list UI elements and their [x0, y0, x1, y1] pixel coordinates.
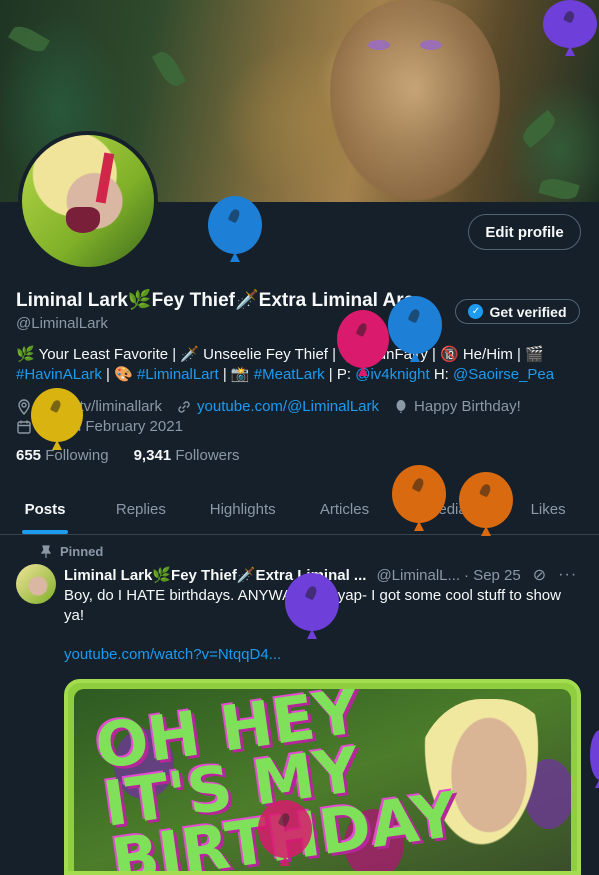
floating-balloon: [459, 472, 513, 528]
tab-articles[interactable]: Articles: [294, 485, 396, 534]
bio-text: H:: [429, 366, 453, 383]
banner-eye: [420, 40, 442, 50]
verified-check-icon: ✓: [468, 304, 484, 319]
followers-link[interactable]: 9,341 Followers: [134, 447, 240, 464]
post-date[interactable]: · Sep 25: [464, 567, 521, 584]
profile-meta: twitch.tv/liminallark youtube.com/@Limin…: [16, 397, 586, 437]
post-link[interactable]: youtube.com/watch?v=NtqqD4...: [64, 646, 281, 663]
floating-balloon: [543, 0, 597, 48]
pin-icon: [40, 544, 52, 558]
website-link[interactable]: youtube.com/@LiminalLark: [197, 397, 379, 417]
bio-text: | 📸: [218, 366, 254, 383]
follow-stats: 655 Following 9,341 Followers: [16, 447, 240, 464]
avatar-detail: [95, 152, 115, 204]
banner-character: [330, 0, 500, 200]
following-count: 655: [16, 447, 42, 464]
tab-likes[interactable]: Likes: [497, 485, 599, 534]
banner-leaf: [518, 109, 560, 149]
bio-mention-link[interactable]: @Saoirse_Pea: [453, 366, 554, 383]
calendar-icon: [17, 420, 31, 434]
post-author-handle[interactable]: @LiminalL...: [376, 567, 460, 584]
profile-avatar[interactable]: [18, 131, 158, 271]
birthday-text: Happy Birthday!: [414, 398, 521, 415]
balloon-icon: [396, 400, 406, 413]
floating-balloon: [590, 730, 599, 780]
edit-profile-button[interactable]: Edit profile: [468, 214, 581, 250]
banner-leaf: [8, 21, 50, 57]
banner-leaf: [151, 48, 187, 90]
grok-icon[interactable]: ⊘: [533, 565, 546, 585]
banner-leaf: [538, 175, 580, 202]
bio-hashtag-link[interactable]: #HavinALark: [16, 366, 102, 383]
floating-balloon: [208, 196, 262, 254]
bio-text: | 🎨: [101, 366, 137, 383]
bio-hashtag-link[interactable]: #LiminalLart: [137, 366, 219, 383]
floating-balloon: [392, 465, 446, 523]
profile-handle: @LiminalLark: [16, 315, 108, 332]
get-verified-button[interactable]: ✓ Get verified: [455, 299, 580, 324]
bio-hashtag-link[interactable]: #MeatLark: [254, 366, 325, 383]
tab-highlights[interactable]: Highlights: [192, 485, 294, 534]
floating-balloon: [31, 388, 83, 442]
bio-text: | P:: [324, 366, 356, 383]
pinned-label: Pinned: [60, 544, 104, 559]
pinned-indicator: Pinned: [40, 544, 103, 559]
followers-label: Followers: [175, 447, 240, 464]
thumbnail-art: OH HEY IT'S MY BIRTHDAY: [74, 689, 571, 871]
avatar-detail: [66, 207, 100, 233]
bio-text: 🌿 Your Least Favorite | 🗡️ Unseelie Fey …: [16, 346, 544, 363]
following-link[interactable]: 655 Following: [16, 447, 109, 464]
floating-balloon: [388, 296, 442, 354]
followers-count: 9,341: [133, 447, 172, 464]
profile-bio: 🌿 Your Least Favorite | 🗡️ Unseelie Fey …: [16, 345, 586, 385]
banner-eye: [368, 40, 390, 50]
tab-posts[interactable]: Posts: [0, 485, 90, 534]
link-icon: [178, 401, 190, 413]
location-pin-icon: [18, 399, 30, 415]
website-item[interactable]: youtube.com/@LiminalLark: [176, 397, 379, 417]
floating-balloon: [285, 573, 339, 631]
post-author-avatar[interactable]: [16, 564, 56, 604]
get-verified-label: Get verified: [489, 303, 567, 320]
post-media-thumbnail[interactable]: OH HEY IT'S MY BIRTHDAY: [64, 679, 581, 875]
floating-balloon: [258, 800, 312, 858]
floating-balloon: [337, 310, 389, 368]
tab-replies[interactable]: Replies: [90, 485, 192, 534]
birthday-item: Happy Birthday!: [393, 397, 521, 417]
profile-display-name: Liminal Lark🌿Fey Thief🗡️Extra Liminal Ar…: [16, 290, 415, 311]
more-options-icon[interactable]: ···: [558, 566, 577, 584]
